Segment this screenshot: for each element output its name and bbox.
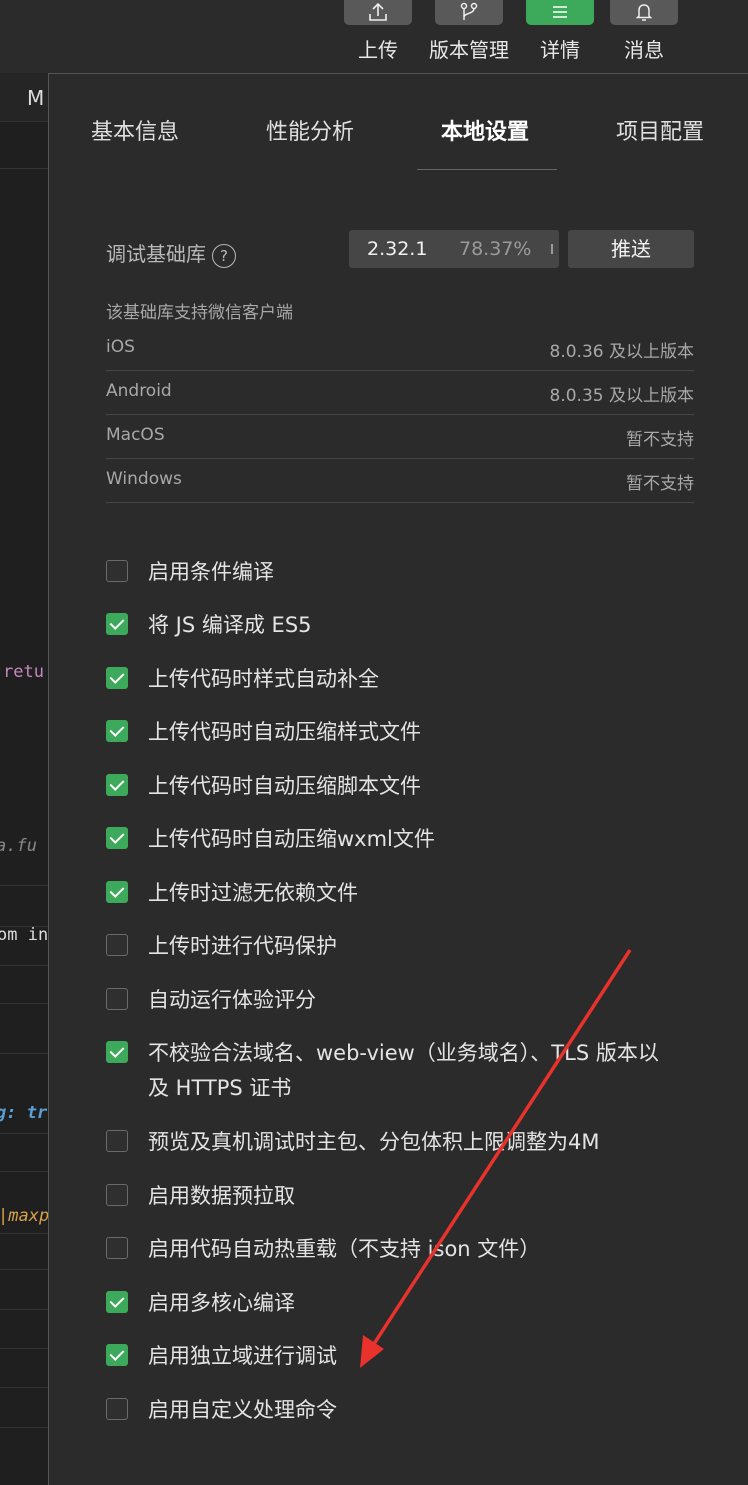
checkbox[interactable] <box>106 988 128 1010</box>
option-label: 上传代码时自动压缩wxml文件 <box>148 827 435 851</box>
upload-button[interactable]: 上传 <box>343 0 413 63</box>
checkbox[interactable] <box>106 1344 128 1366</box>
option-label: 上传时进行代码保护 <box>148 934 337 958</box>
option-label: 启用数据预拉取 <box>148 1184 295 1208</box>
tab-local-settings[interactable]: 本地设置 <box>441 114 529 146</box>
support-title: 该基础库支持微信客户端 <box>106 303 293 323</box>
support-row: MacOS 暂不支持 <box>106 414 694 459</box>
option-label: 上传代码时自动压缩脚本文件 <box>148 774 421 798</box>
platform-name: Android <box>106 381 172 401</box>
tab-project-config[interactable]: 项目配置 <box>616 114 704 146</box>
platform-version: 暂不支持 <box>626 474 694 494</box>
option-label: 不校验合法域名、web-view（业务域名）、TLS 版本以及 HTTPS 证书 <box>148 1041 659 1100</box>
option-label: 预览及真机调试时主包、分包体积上限调整为4M <box>148 1130 600 1154</box>
debug-lib-label: 调试基础库 <box>106 242 206 266</box>
checkbox[interactable] <box>106 774 128 796</box>
debug-lib-row: 调试基础库? <box>106 238 236 268</box>
platform-name: MacOS <box>106 425 165 445</box>
platform-name: iOS <box>106 337 135 357</box>
bell-icon <box>610 0 678 25</box>
messages-button[interactable]: 消息 <box>609 0 679 63</box>
code-line: om in <box>0 925 48 945</box>
version-value: 2.32.1 <box>367 238 428 260</box>
help-icon[interactable]: ? <box>212 243 236 268</box>
version-manage-button[interactable]: 版本管理 <box>424 0 514 63</box>
checkbox[interactable] <box>106 1291 128 1313</box>
checkbox[interactable] <box>106 560 128 582</box>
option-label: 启用条件编译 <box>148 560 274 584</box>
push-button[interactable]: 推送 <box>568 230 694 268</box>
platform-version: 8.0.35 及以上版本 <box>549 386 694 406</box>
branch-icon <box>435 0 503 25</box>
support-row: iOS 8.0.36 及以上版本 <box>106 326 694 371</box>
support-row: Windows 暂不支持 <box>106 458 694 503</box>
option-label: 自动运行体验评分 <box>148 988 316 1012</box>
upload-label: 上传 <box>358 38 398 62</box>
option-label: 启用自定义处理命令 <box>148 1398 337 1422</box>
platform-version: 暂不支持 <box>626 430 694 450</box>
upload-icon <box>344 0 412 25</box>
version-select[interactable]: 2.32.1 78.37% <box>349 230 559 268</box>
checkbox[interactable] <box>106 1041 128 1063</box>
checkbox[interactable] <box>106 720 128 742</box>
checkbox[interactable] <box>106 1130 128 1152</box>
details-label: 详情 <box>540 38 580 62</box>
tab-performance[interactable]: 性能分析 <box>266 114 354 146</box>
option-label: 上传时过滤无依赖文件 <box>148 881 358 905</box>
option-label: 启用多核心编译 <box>148 1291 295 1315</box>
version-manage-label: 版本管理 <box>429 38 509 62</box>
checkbox[interactable] <box>106 1237 128 1259</box>
checkbox[interactable] <box>106 1184 128 1206</box>
version-percent: 78.37% <box>459 238 532 260</box>
editor-tab-label: M <box>27 86 45 110</box>
top-toolbar: 上传 版本管理 详情 消息 <box>0 0 748 73</box>
platform-name: Windows <box>106 469 182 489</box>
option-label: 上传代码时样式自动补全 <box>148 667 379 691</box>
code-line: g: tr <box>0 1103 48 1123</box>
scroll-edge-icon <box>551 244 553 254</box>
checkbox[interactable] <box>106 881 128 903</box>
tab-basic-info[interactable]: 基本信息 <box>91 114 179 146</box>
messages-label: 消息 <box>624 38 664 62</box>
code-line: retu <box>3 662 44 682</box>
editor-tab[interactable]: M <box>0 73 48 122</box>
option-label: 启用代码自动热重载（不支持 json 文件） <box>148 1237 541 1261</box>
checkbox[interactable] <box>106 613 128 635</box>
platform-version: 8.0.36 及以上版本 <box>549 342 694 362</box>
option-label: 上传代码时自动压缩样式文件 <box>148 720 421 744</box>
code-line: a.fu <box>0 836 37 856</box>
details-button[interactable]: 详情 <box>525 0 595 63</box>
checkbox[interactable] <box>106 667 128 689</box>
details-panel: 基本信息 性能分析 本地设置 项目配置 调试基础库? 2.32.1 78.37%… <box>48 73 748 1485</box>
checkbox[interactable] <box>106 827 128 849</box>
menu-icon <box>526 0 594 25</box>
code-editor: M retu a.fu om in g: tr |maxp <box>0 73 48 1485</box>
option-label: 启用独立域进行调试 <box>148 1344 337 1368</box>
checkbox[interactable] <box>106 934 128 956</box>
code-line: |maxp <box>0 1206 48 1226</box>
active-tab-indicator <box>417 169 557 170</box>
panel-tabs: 基本信息 性能分析 本地设置 项目配置 <box>49 74 748 170</box>
option-label: 将 JS 编译成 ES5 <box>148 613 312 637</box>
support-row: Android 8.0.35 及以上版本 <box>106 370 694 415</box>
checkbox[interactable] <box>106 1398 128 1420</box>
